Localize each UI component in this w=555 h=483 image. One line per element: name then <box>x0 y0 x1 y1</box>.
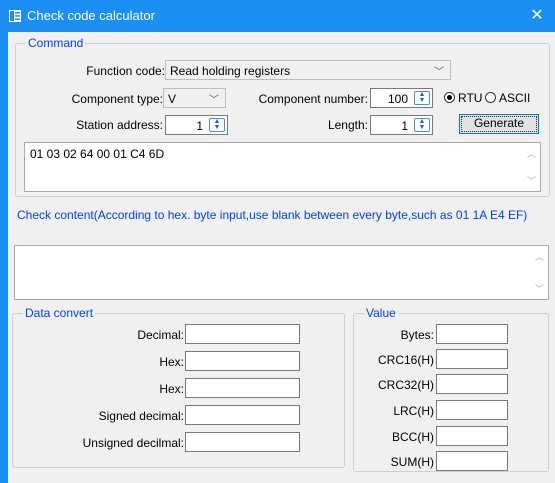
check-content-scrollbar[interactable]: ︿ ﹀ <box>531 246 548 299</box>
bcc-label: BCC(H) <box>392 430 434 444</box>
component-type-select[interactable]: V ﹀ <box>163 88 226 108</box>
check-content-hint: Check content(According to hex. byte inp… <box>17 208 528 222</box>
component-type-value: V <box>168 92 177 106</box>
hex-field[interactable] <box>185 351 300 371</box>
rtu-label[interactable]: RTU <box>458 91 482 105</box>
value-legend: Value <box>366 306 396 320</box>
scroll-up-icon[interactable]: ︿ <box>523 147 540 160</box>
command-legend: Command <box>28 36 84 50</box>
command-output[interactable]: 01 03 02 64 00 01 C4 6D ︿ ﹀ <box>24 142 541 192</box>
function-code-value: Read holding registers <box>170 64 291 78</box>
bcc-field[interactable] <box>436 426 508 446</box>
rtu-radio[interactable] <box>444 92 455 103</box>
command-output-scrollbar[interactable]: ︿ ﹀ <box>523 143 540 191</box>
hex-field-2[interactable] <box>185 378 300 398</box>
crc32-label: CRC32(H) <box>377 378 434 392</box>
unsigned-decimal-field[interactable] <box>185 432 300 452</box>
chevron-down-icon: ﹀ <box>209 95 219 106</box>
crc32-field[interactable] <box>436 374 508 394</box>
window-title: Check code calculator <box>27 8 155 23</box>
length-value: 1 <box>401 119 408 133</box>
lrc-label: LRC(H) <box>393 404 434 418</box>
scroll-down-icon[interactable]: ﹀ <box>523 174 540 187</box>
station-address-spinner[interactable]: 1 ▲ ▼ <box>165 115 228 135</box>
check-content-input[interactable]: ︿ ﹀ <box>14 245 549 300</box>
component-type-label: Component type: <box>71 92 163 106</box>
station-address-value: 1 <box>196 119 203 133</box>
function-code-select[interactable]: Read holding registers ﹀ <box>165 60 451 80</box>
title-bar: Check code calculator ✕ <box>0 0 555 32</box>
component-number-value: 100 <box>387 92 408 106</box>
command-output-text: 01 03 02 64 00 01 C4 6D <box>30 147 165 161</box>
function-code-label: Function code: <box>86 64 165 78</box>
signed-decimal-field[interactable] <box>185 405 300 425</box>
scroll-up-icon[interactable]: ︿ <box>531 250 548 263</box>
bytes-field[interactable] <box>436 324 508 344</box>
spin-arrows-icon[interactable]: ▲ ▼ <box>414 118 430 132</box>
unsigned-decimal-label: Unsigned decilmal: <box>82 436 184 450</box>
decimal-label: Decimal: <box>137 328 184 342</box>
data-convert-legend: Data convert <box>25 306 94 320</box>
scroll-down-icon[interactable]: ﹀ <box>531 282 548 295</box>
station-address-label: Station address: <box>76 118 163 132</box>
length-spinner[interactable]: 1 ▲ ▼ <box>370 115 433 135</box>
close-icon: ✕ <box>530 7 544 24</box>
component-number-label: Component number: <box>258 92 368 106</box>
ascii-label[interactable]: ASCII <box>499 91 530 105</box>
crc16-field[interactable] <box>436 349 508 369</box>
sum-label: SUM(H) <box>390 455 434 469</box>
sum-field[interactable] <box>436 451 508 471</box>
generate-label: Generate <box>473 116 525 130</box>
decimal-field[interactable] <box>185 324 300 344</box>
bytes-label: Bytes: <box>400 328 434 342</box>
hex-label-2: Hex: <box>159 382 184 396</box>
signed-decimal-label: Signed decimal: <box>98 409 184 423</box>
crc16-label: CRC16(H) <box>377 353 434 367</box>
app-icon <box>9 10 21 22</box>
component-number-spinner[interactable]: 100 ▲ ▼ <box>370 88 433 108</box>
chevron-down-icon: ﹀ <box>434 67 444 78</box>
hex-label: Hex: <box>159 355 184 369</box>
spin-arrows-icon[interactable]: ▲ ▼ <box>414 91 430 105</box>
generate-button[interactable]: Generate <box>459 114 539 134</box>
ascii-radio[interactable] <box>485 92 496 103</box>
dialog-body: Command Function code: Read holding regi… <box>8 32 555 483</box>
spin-arrows-icon[interactable]: ▲ ▼ <box>209 118 225 132</box>
length-label: Length: <box>327 118 368 132</box>
window-left-border <box>0 32 8 483</box>
close-button[interactable]: ✕ <box>519 0 555 32</box>
lrc-field[interactable] <box>436 400 508 420</box>
